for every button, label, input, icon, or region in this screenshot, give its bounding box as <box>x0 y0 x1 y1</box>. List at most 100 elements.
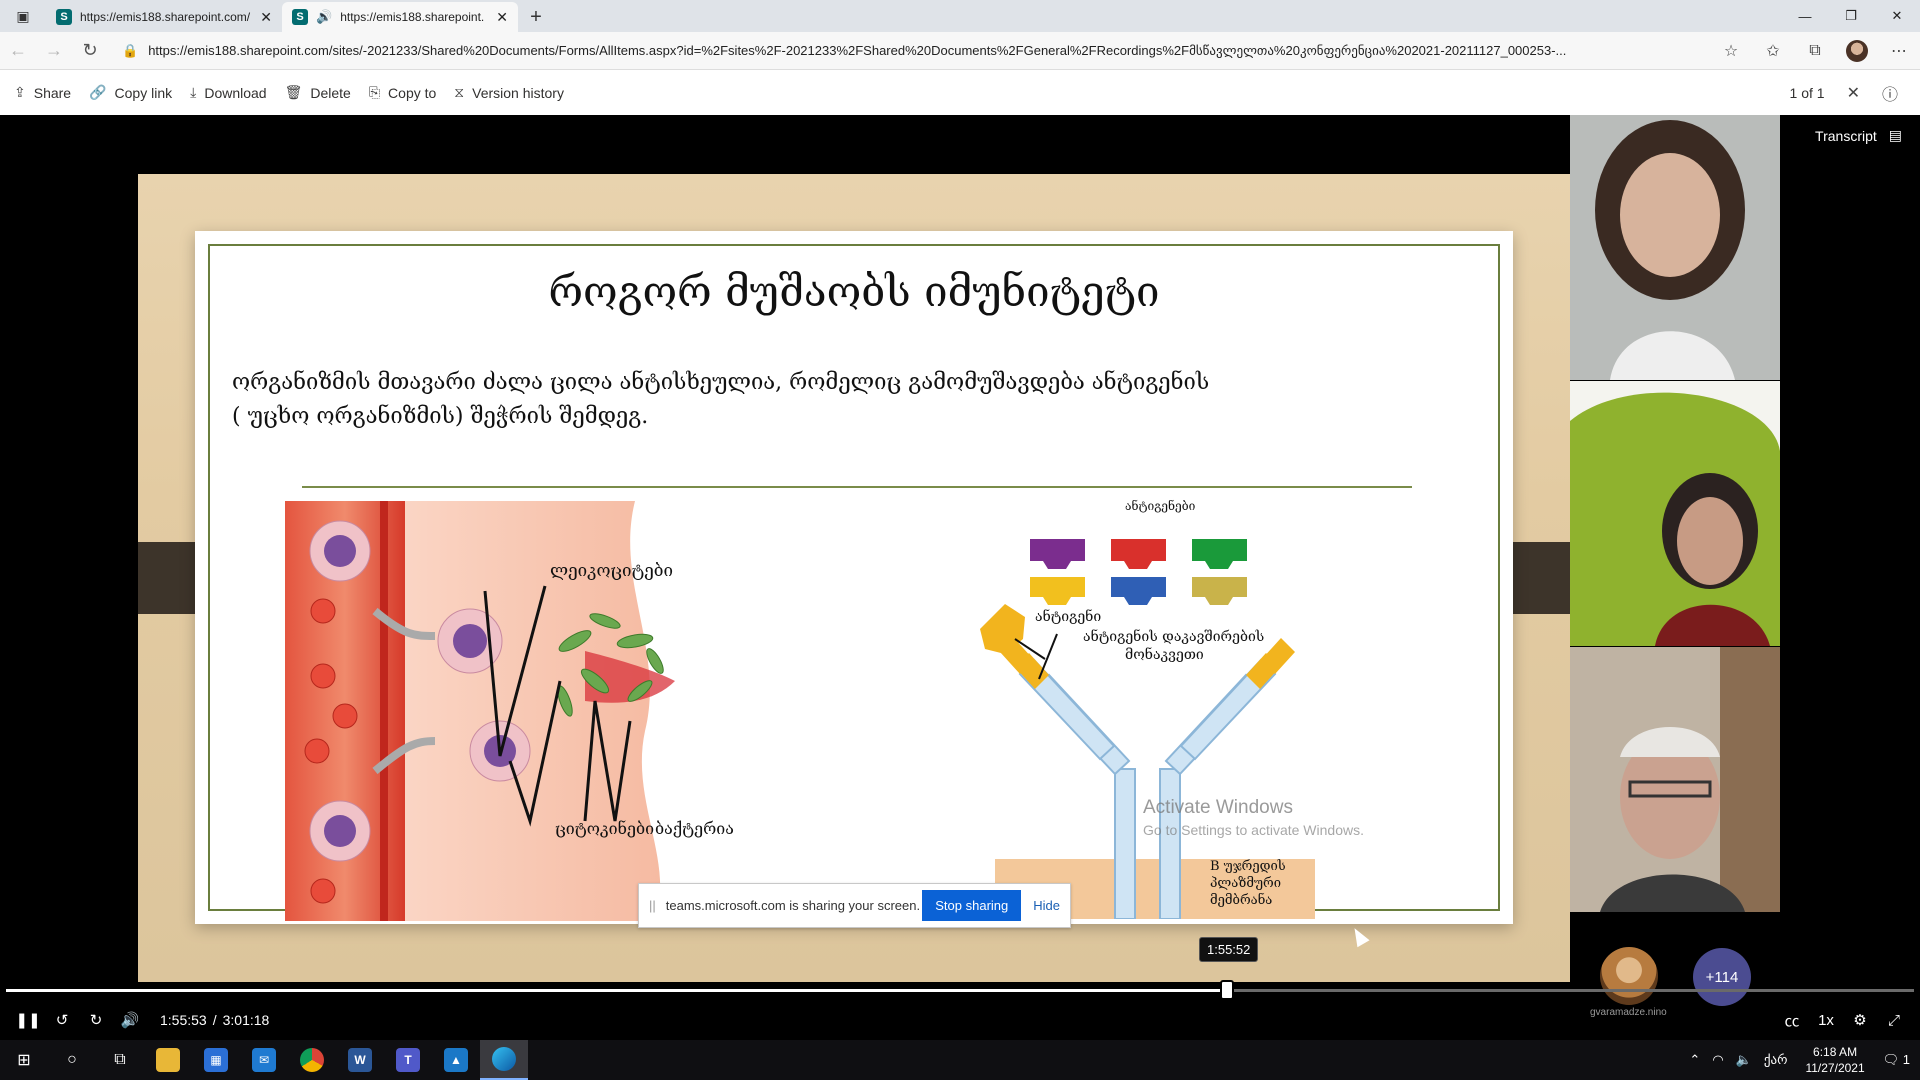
profile-avatar[interactable] <box>1836 35 1878 67</box>
participant-2-silhouette <box>1570 381 1780 646</box>
transcript-icon: ▤ <box>1888 127 1902 143</box>
bcell-label-1: B უჯრედის <box>1210 859 1286 874</box>
fullscreen-icon[interactable]: ⤢ <box>1878 1004 1910 1036</box>
browser-tab-bar: ▣ S https://emis188.sharepoint.com/ ✕ S … <box>0 0 1920 32</box>
chrome-icon[interactable] <box>288 1040 336 1080</box>
tab-title: https://emis188.sharepoint. <box>340 10 485 24</box>
add-favorite-icon[interactable]: ☆ <box>1710 35 1752 67</box>
search-circle-icon[interactable]: ○ <box>48 1040 96 1080</box>
edge-logo-icon <box>492 1047 516 1071</box>
wifi-icon[interactable]: ◠ <box>1712 1052 1723 1068</box>
leukocytes-label: ლეიკოციტები <box>550 561 673 581</box>
collections-icon[interactable]: ⧉ <box>1794 35 1836 67</box>
copy-link-button[interactable]: 🔗 Copy link <box>89 84 172 101</box>
minimize-icon[interactable]: — <box>1782 0 1828 32</box>
playback-speed-button[interactable]: 1x <box>1810 1004 1842 1036</box>
close-viewer-icon[interactable]: ✕ <box>1847 83 1860 103</box>
edge-icon[interactable] <box>480 1040 528 1080</box>
browser-address-bar: ← → ↻ 🔒 https://emis188.sharepoint.com/s… <box>0 32 1920 70</box>
transcript-button[interactable]: Transcript ▤ <box>1815 127 1902 144</box>
stop-sharing-button[interactable]: Stop sharing <box>922 890 1022 921</box>
slide-body-line-1: ორგანიზმის მთავარი ძალა ცილა ანტისხეულია… <box>232 370 1210 395</box>
chevron-up-icon[interactable]: ⌃ <box>1689 1052 1700 1068</box>
trash-icon: 🗑 <box>284 84 303 100</box>
slide-body-line-2: ( უცხო ორგანიზმის) შეჭრის შემდეგ. <box>232 404 649 429</box>
mail-icon[interactable]: ✉ <box>240 1040 288 1080</box>
input-language[interactable]: ქარ <box>1764 1052 1788 1068</box>
participant-video-2 <box>1570 381 1780 646</box>
antibody-illustration: ანტიგენები ანტიგენი ანტიგენის დაკავშირებ… <box>975 499 1355 929</box>
hide-notification-button[interactable]: Hide <box>1033 898 1060 913</box>
settings-gear-icon[interactable]: ⚙ <box>1844 1004 1876 1036</box>
tab-close-icon[interactable]: ✕ <box>496 9 508 26</box>
history-icon: ⧖ <box>454 84 465 100</box>
seek-bar[interactable] <box>6 980 1914 1000</box>
binding-site-label-1: ანტიგენის დაკავშირების <box>1083 629 1265 645</box>
envelope-icon: ✉ <box>252 1048 276 1072</box>
video-player[interactable]: როგორ მუშაობს იმუნიტეტი ორგანიზმის მთავა… <box>0 115 1920 1040</box>
close-window-icon[interactable]: ✕ <box>1874 0 1920 32</box>
photos-icon[interactable]: ▲ <box>432 1040 480 1080</box>
version-history-label: Version history <box>472 84 564 101</box>
rewind-10-icon[interactable]: ↺ <box>46 1004 78 1036</box>
command-bar: ⇪ Share 🔗 Copy link ⤓ Download 🗑 Delete ⎘ Cop… <box>0 70 1920 115</box>
download-icon: ⤓ <box>190 84 197 100</box>
teams-icon[interactable]: T <box>384 1040 432 1080</box>
tab-actions-icon[interactable]: ▣ <box>0 0 46 32</box>
antigens-label: ანტიგენები <box>1125 499 1196 513</box>
more-participants-badge[interactable]: +114 <box>1693 948 1751 1006</box>
clock[interactable]: 6:18 AM 11/27/2021 <box>1805 1044 1864 1076</box>
audio-playing-icon[interactable]: 🔊 <box>316 9 332 25</box>
drag-handle-icon[interactable]: || <box>649 898 656 913</box>
refresh-icon[interactable]: ↻ <box>72 35 108 67</box>
participant-video-1 <box>1570 115 1780 380</box>
delete-button[interactable]: 🗑 Delete <box>285 84 351 101</box>
pause-icon[interactable]: ❚❚ <box>12 1004 44 1036</box>
participant-avatar[interactable] <box>1600 947 1658 1005</box>
seek-thumb[interactable] <box>1219 980 1234 1000</box>
participant-video-3 <box>1570 647 1780 912</box>
notifications-icon[interactable]: 🗨 1 <box>1883 1052 1910 1068</box>
restore-icon[interactable]: ❐ <box>1828 0 1874 32</box>
lock-icon[interactable]: 🔒 <box>122 43 138 59</box>
shared-screen: როგორ მუშაობს იმუნიტეტი ორგანიზმის მთავა… <box>138 174 1570 982</box>
duration: 3:01:18 <box>222 1012 270 1028</box>
share-icon: ⇪ <box>14 84 26 100</box>
share-button[interactable]: ⇪ Share <box>14 84 71 101</box>
speaker-icon[interactable]: 🔈 <box>1736 1052 1752 1068</box>
url-field[interactable]: 🔒 https://emis188.sharepoint.com/sites/-… <box>114 36 1704 66</box>
download-button[interactable]: ⤓ Download <box>190 84 266 101</box>
store-icon[interactable]: ▦ <box>192 1040 240 1080</box>
link-icon: 🔗 <box>89 84 107 100</box>
word-icon[interactable]: W <box>336 1040 384 1080</box>
copy-to-button[interactable]: ⎘ Copy to <box>369 84 436 101</box>
browser-tab-2[interactable]: S 🔊 https://emis188.sharepoint. ✕ <box>282 2 518 32</box>
bcell-label-2: პლაზმური <box>1210 876 1282 891</box>
back-arrow-icon[interactable]: ← <box>0 35 36 67</box>
share-message: teams.microsoft.com is sharing your scre… <box>665 898 921 913</box>
bacteria-label: ბაქტერია <box>655 819 734 838</box>
version-history-button[interactable]: ⧖ Version history <box>454 84 564 101</box>
photo-icon: ▲ <box>444 1048 468 1072</box>
forward-10-icon[interactable]: ↻ <box>80 1004 112 1036</box>
task-view-icon[interactable]: ⧉ <box>96 1040 144 1080</box>
window-controls: — ❐ ✕ <box>1782 0 1920 32</box>
sharepoint-favicon-icon: S <box>292 9 308 25</box>
browser-menu-icon[interactable]: ⋯ <box>1878 35 1920 67</box>
tab-close-icon[interactable]: ✕ <box>260 9 272 26</box>
screen-share-notification: || teams.microsoft.com is sharing your s… <box>638 883 1071 928</box>
captions-icon[interactable]: ㏄ <box>1776 1004 1808 1036</box>
file-count: 1 of 1 <box>1789 84 1825 101</box>
download-label: Download <box>204 84 267 101</box>
copy-icon: ⎘ <box>368 84 381 100</box>
windows-start-icon[interactable]: ⊞ <box>0 1040 48 1080</box>
info-icon[interactable]: ⓘ <box>1882 81 1898 105</box>
favorites-icon[interactable]: ✩ <box>1752 35 1794 67</box>
volume-icon[interactable]: 🔊 <box>114 1004 146 1036</box>
file-explorer-icon[interactable] <box>144 1040 192 1080</box>
seek-progress <box>6 989 1227 992</box>
forward-arrow-icon[interactable]: → <box>36 35 72 67</box>
clock-date: 11/27/2021 <box>1805 1061 1865 1075</box>
new-tab-button[interactable]: + <box>518 2 554 32</box>
browser-tab-1[interactable]: S https://emis188.sharepoint.com/ ✕ <box>46 2 282 32</box>
